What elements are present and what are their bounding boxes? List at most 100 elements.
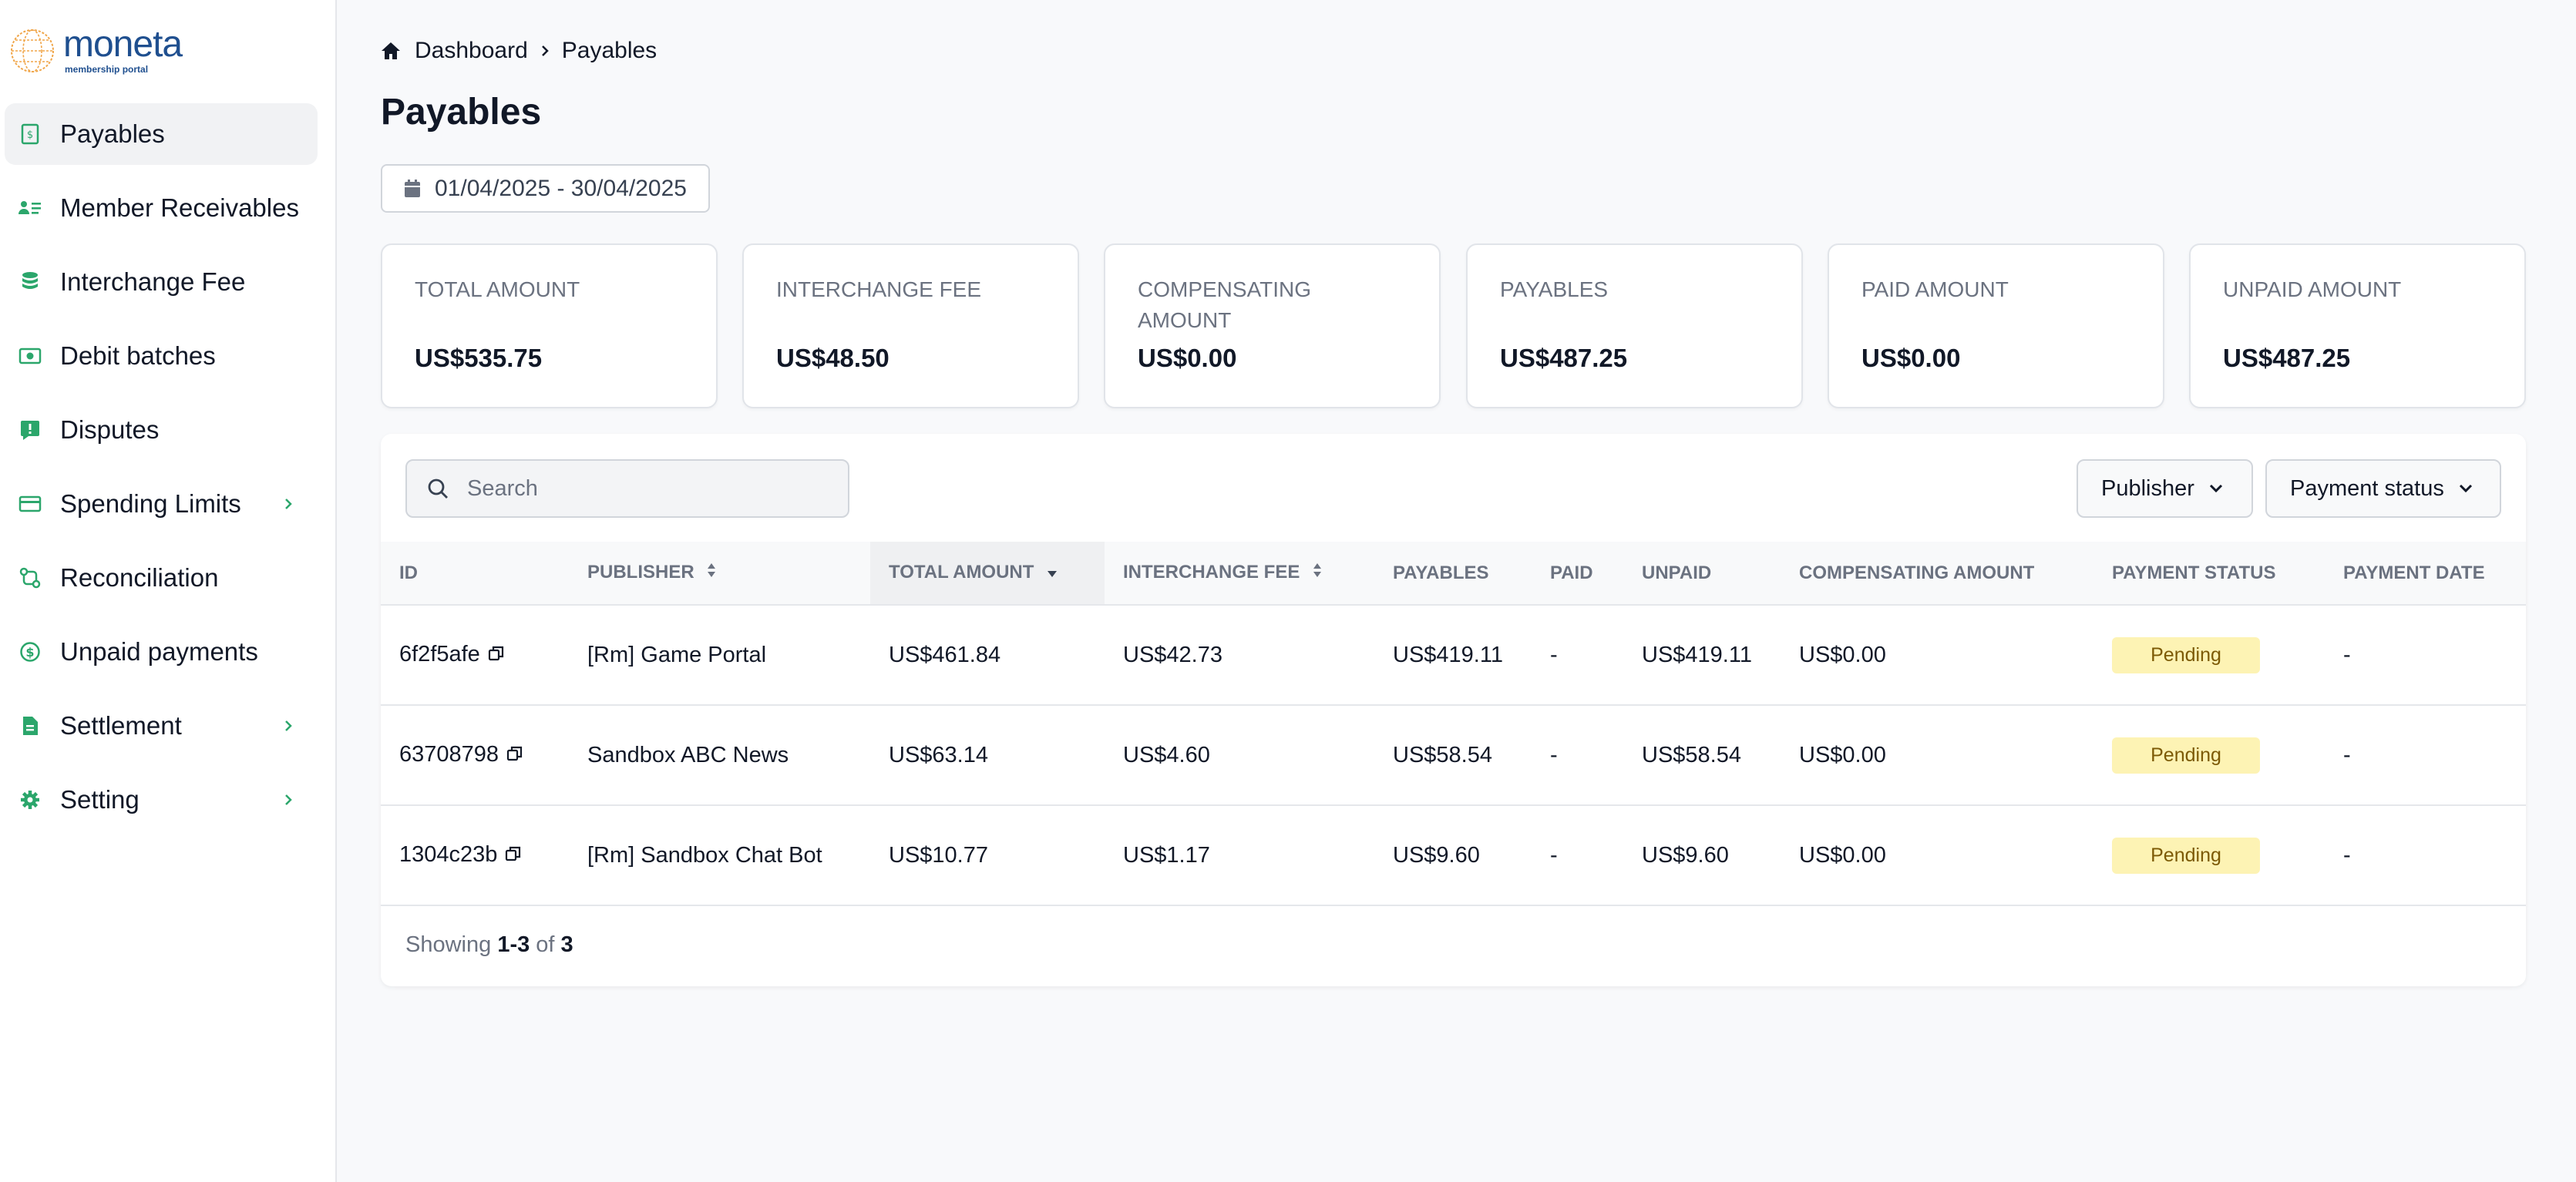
publisher-filter-button[interactable]: Publisher (2077, 459, 2253, 518)
sort-icon[interactable] (707, 562, 716, 584)
copy-icon[interactable] (506, 743, 523, 768)
card-value: US$535.75 (415, 344, 543, 372)
breadcrumb: Dashboard Payables (381, 34, 657, 68)
summary-card-payables: PAYABLES US$487.25 (1466, 243, 1803, 408)
cell-unpaid: US$419.11 (1623, 605, 1781, 706)
pagination-of: of (536, 932, 555, 957)
cell-unpaid: US$9.60 (1623, 805, 1781, 906)
date-range-picker[interactable]: 01/04/2025 - 30/04/2025 (381, 164, 710, 213)
copy-icon[interactable] (488, 643, 505, 668)
sidebar-item-label: Member Receivables (60, 193, 299, 222)
svg-text:$: $ (27, 129, 33, 141)
receipt-icon: $ (18, 123, 42, 146)
sidebar-item-spending-limits[interactable]: Spending Limits (5, 473, 318, 535)
chevron-right-icon (540, 44, 550, 58)
sidebar-item-label: Spending Limits (60, 489, 241, 518)
cell-id: 6f2f5afe (381, 605, 569, 706)
sidebar-item-payables[interactable]: $ Payables (5, 103, 318, 165)
table-row[interactable]: 6f2f5afe [Rm] Game Portal US$461.84 US$4… (381, 605, 2526, 706)
sidebar-item-member-receivables[interactable]: Member Receivables (5, 177, 318, 239)
svg-text:$: $ (25, 645, 34, 660)
cell-payment-date: - (2325, 705, 2526, 806)
cell-interchange-fee: US$4.60 (1105, 705, 1374, 806)
payables-table: ID PUBLISHER TOTAL AMOUNT INTERCHANGE FE… (381, 542, 2526, 906)
sidebar-item-label: Payables (60, 119, 165, 148)
column-header-publisher[interactable]: PUBLISHER (569, 542, 870, 606)
home-icon[interactable] (381, 41, 401, 61)
sort-descending-icon[interactable] (1047, 562, 1058, 584)
card-label: TOTAL AMOUNT (415, 277, 580, 301)
column-header-paid: PAID (1532, 542, 1623, 606)
cell-payment-date: - (2325, 805, 2526, 906)
chevron-down-icon (2458, 483, 2473, 494)
table-row[interactable]: 1304c23b [Rm] Sandbox Chat Bot US$10.77 … (381, 805, 2526, 906)
sidebar-item-debit-batches[interactable]: Debit batches (5, 325, 318, 387)
summary-card-total-amount: TOTAL AMOUNT US$535.75 (381, 243, 718, 408)
sidebar-item-setting[interactable]: Setting (5, 769, 318, 831)
calendar-icon (404, 179, 421, 198)
reconcile-icon (18, 566, 42, 589)
cell-paid: - (1532, 605, 1623, 706)
card-value: US$0.00 (1861, 344, 1961, 372)
card-value: US$48.50 (776, 344, 889, 372)
breadcrumb-dashboard-link[interactable]: Dashboard (415, 38, 528, 64)
status-badge: Pending (2112, 837, 2260, 874)
chevron-right-icon[interactable] (276, 492, 301, 516)
cell-paid: - (1532, 805, 1623, 906)
table-header-row: ID PUBLISHER TOTAL AMOUNT INTERCHANGE FE… (381, 542, 2526, 606)
card-value: US$487.25 (1500, 344, 1628, 372)
cell-payment-status: Pending (2093, 605, 2325, 706)
column-header-total-amount[interactable]: TOTAL AMOUNT (870, 542, 1105, 606)
summary-card-interchange-fee: INTERCHANGE FEE US$48.50 (742, 243, 1079, 408)
search-input[interactable] (467, 475, 822, 502)
cell-compensating-amount: US$0.00 (1781, 805, 2093, 906)
search-box[interactable] (405, 459, 849, 518)
summary-card-paid-amount: PAID AMOUNT US$0.00 (1828, 243, 2164, 408)
cell-id: 1304c23b (381, 805, 569, 906)
sidebar-item-label: Disputes (60, 415, 160, 444)
publisher-filter-label: Publisher (2101, 475, 2194, 501)
copy-icon[interactable] (505, 843, 522, 868)
card-label: PAYABLES (1500, 277, 1609, 301)
users-list-icon (18, 196, 42, 220)
column-header-payment-date: PAYMENT DATE (2325, 542, 2526, 606)
table-row[interactable]: 63708798 Sandbox ABC News US$63.14 US$4.… (381, 705, 2526, 806)
card-value: US$0.00 (1138, 344, 1237, 372)
column-header-interchange-fee[interactable]: INTERCHANGE FEE (1105, 542, 1374, 606)
cell-unpaid: US$58.54 (1623, 705, 1781, 806)
sidebar-item-reconciliation[interactable]: Reconciliation (5, 547, 318, 609)
pagination-total: 3 (560, 932, 573, 957)
search-icon (427, 478, 449, 499)
coins-stack-icon (18, 270, 42, 294)
globe-logo-icon (11, 29, 54, 72)
sidebar-item-label: Unpaid payments (60, 637, 258, 666)
sort-icon[interactable] (1313, 562, 1322, 584)
column-header-unpaid: UNPAID (1623, 542, 1781, 606)
cell-total-amount: US$63.14 (870, 705, 1105, 806)
chevron-right-icon[interactable] (276, 714, 301, 738)
alert-message-icon (18, 418, 42, 442)
summary-cards: TOTAL AMOUNT US$535.75 INTERCHANGE FEE U… (381, 243, 2526, 408)
sidebar-item-interchange-fee[interactable]: Interchange Fee (5, 251, 318, 313)
sidebar-item-settlement[interactable]: Settlement (5, 695, 318, 757)
cell-payables: US$419.11 (1374, 605, 1532, 706)
pagination-range: 1-3 (497, 932, 530, 957)
card-label: PAID AMOUNT (1861, 277, 2009, 301)
page-title: Payables (381, 92, 542, 133)
sidebar-item-unpaid-payments[interactable]: $ Unpaid payments (5, 621, 318, 683)
cell-payment-status: Pending (2093, 705, 2325, 806)
cell-payment-date: - (2325, 605, 2526, 706)
payment-status-filter-button[interactable]: Payment status (2265, 459, 2501, 518)
brand-tagline: membership portal (65, 64, 149, 75)
credit-card-icon (18, 492, 42, 515)
cell-payables: US$58.54 (1374, 705, 1532, 806)
status-badge: Pending (2112, 737, 2260, 774)
cell-payables: US$9.60 (1374, 805, 1532, 906)
chevron-right-icon[interactable] (276, 787, 301, 812)
sidebar: moneta membership portal $ Payables Memb… (0, 0, 337, 1182)
payables-table-panel: Publisher Payment status ID PUBLISHER TO… (381, 434, 2526, 986)
card-label: COMPENSATING AMOUNT (1138, 277, 1312, 332)
brand-logo[interactable]: moneta membership portal (9, 23, 183, 77)
sidebar-item-disputes[interactable]: Disputes (5, 399, 318, 461)
column-header-id: ID (381, 542, 569, 606)
